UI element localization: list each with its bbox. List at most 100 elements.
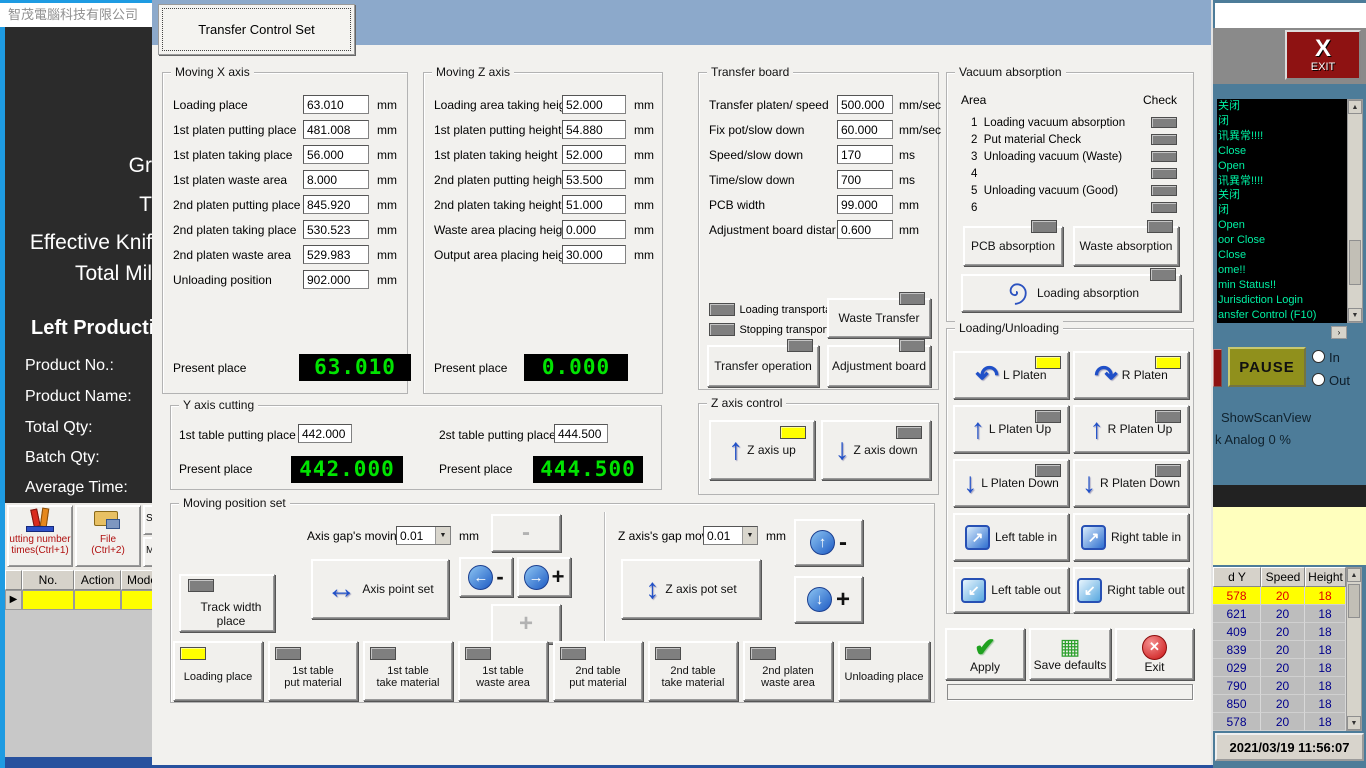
x-minus-disabled-button[interactable]: - <box>491 514 561 552</box>
platen2-waste-area-input[interactable] <box>303 245 369 264</box>
table-row[interactable]: 5782018 <box>1213 587 1346 605</box>
exit-button[interactable]: ✕ Exit <box>1115 628 1194 680</box>
show-scan-view-label[interactable]: ShowScanView <box>1221 410 1311 425</box>
scroll-down-icon[interactable]: ▼ <box>1347 716 1361 730</box>
table-row[interactable]: 5782018 <box>1213 713 1346 731</box>
table2-put-material-button[interactable]: 2nd tableput material <box>553 641 643 701</box>
platen2-putting-place-input[interactable] <box>303 195 369 214</box>
table1-take-material-button[interactable]: 1st tabletake material <box>363 641 453 701</box>
z-axis-up-button[interactable]: ↑ Z axis up <box>709 420 815 480</box>
z-axis-pot-set-button[interactable]: ↕ Z axis pot set <box>621 559 761 619</box>
left-table-in-button[interactable]: ↗ Left table in <box>953 513 1069 561</box>
time-slowdown-input[interactable] <box>837 170 893 189</box>
col-speed-header[interactable]: Speed <box>1261 567 1305 587</box>
platen1-putting-height-input[interactable] <box>562 120 626 139</box>
col-action-header[interactable]: Action <box>74 570 121 590</box>
table-row[interactable] <box>74 590 121 610</box>
platen1-putting-place-input[interactable] <box>303 120 369 139</box>
table-row[interactable]: 8502018 <box>1213 695 1346 713</box>
log-scroll-right-icon[interactable]: › <box>1331 326 1347 339</box>
tab-transfer-control-set[interactable]: Transfer Control Set <box>158 4 355 55</box>
table-row[interactable]: 7902018 <box>1213 677 1346 695</box>
waste-transfer-button[interactable]: Waste Transfer <box>827 298 931 338</box>
axis-point-set-button[interactable]: ↔ Axis point set <box>311 559 449 619</box>
l-platen-button[interactable]: ↶ L Platen <box>953 351 1069 399</box>
table-row[interactable]: 0292018 <box>1213 659 1346 677</box>
right-table-in-button[interactable]: ↗ Right table in <box>1073 513 1189 561</box>
scroll-up-icon[interactable]: ▲ <box>1347 568 1361 582</box>
scroll-up-icon[interactable]: ▲ <box>1348 100 1362 114</box>
table2-putting-input[interactable] <box>554 424 608 443</box>
pause-button[interactable]: PAUSE <box>1228 347 1306 387</box>
z-jog-minus-button[interactable]: ↑ - <box>794 519 863 566</box>
apply-button[interactable]: ✔ Apply <box>945 628 1025 680</box>
unloading-place-button[interactable]: Unloading place <box>838 641 930 701</box>
pcb-absorption-button[interactable]: PCB absorption <box>963 226 1063 266</box>
loading-taking-height-input[interactable] <box>562 95 626 114</box>
track-width-place-button[interactable]: Track width place <box>179 574 275 632</box>
platen2-putting-height-input[interactable] <box>562 170 626 189</box>
left-table-out-button[interactable]: ↙ Left table out <box>953 567 1069 613</box>
col-height-header[interactable]: Height <box>1305 567 1346 587</box>
app-exit-button[interactable]: X EXIT <box>1285 30 1361 80</box>
partial-toolbar-button-s[interactable]: S ( <box>143 505 152 535</box>
l-platen-up-button[interactable]: ↑ L Platen Up <box>953 405 1069 453</box>
x-plus-disabled-button[interactable]: + <box>491 604 561 644</box>
loading-place-button[interactable]: Loading place <box>173 641 263 701</box>
table-row[interactable] <box>22 590 74 610</box>
transfer-operation-button[interactable]: Transfer operation <box>707 345 819 387</box>
scrollbar-thumb[interactable] <box>1349 240 1361 285</box>
unloading-position-input[interactable] <box>303 270 369 289</box>
platen1-taking-height-input[interactable] <box>562 145 626 164</box>
radio-in[interactable] <box>1312 350 1325 363</box>
col-no-header[interactable]: No. <box>22 570 74 590</box>
output-placing-height-input[interactable] <box>562 245 626 264</box>
pcb-width-input[interactable] <box>837 195 893 214</box>
log-scrollbar[interactable]: ▲ ▼ <box>1347 99 1363 323</box>
chevron-down-icon[interactable]: ▼ <box>742 527 757 544</box>
scroll-down-icon[interactable]: ▼ <box>1348 308 1362 322</box>
table1-waste-area-button[interactable]: 1st tablewaste area <box>458 641 548 701</box>
table-row[interactable] <box>121 590 152 610</box>
waste-absorption-button[interactable]: Waste absorption <box>1073 226 1179 266</box>
waste-placing-height-input[interactable] <box>562 220 626 239</box>
radio-out[interactable] <box>1312 373 1325 386</box>
adjustment-distance-input[interactable] <box>837 220 893 239</box>
table-row[interactable]: 8392018 <box>1213 641 1346 659</box>
loading-place-input[interactable] <box>303 95 369 114</box>
z-gap-select[interactable]: 0.01 ▼ <box>703 526 758 545</box>
platen1-taking-place-input[interactable] <box>303 145 369 164</box>
platen1-waste-area-input[interactable] <box>303 170 369 189</box>
fix-pot-slowdown-input[interactable] <box>837 120 893 139</box>
partial-red-button[interactable] <box>1213 349 1222 387</box>
table-row[interactable]: 6212018 <box>1213 605 1346 623</box>
speed-slowdown-input[interactable] <box>837 145 893 164</box>
l-platen-down-button[interactable]: ↓ L Platen Down <box>953 459 1069 507</box>
r-platen-button[interactable]: ↷ R Platen <box>1073 351 1189 399</box>
table1-putting-input[interactable] <box>298 424 352 443</box>
right-table-out-button[interactable]: ↙ Right table out <box>1073 567 1189 613</box>
platen2-taking-height-input[interactable] <box>562 195 626 214</box>
table2-take-material-button[interactable]: 2nd tabletake material <box>648 641 738 701</box>
col-mode-header[interactable]: Mode <box>121 570 152 590</box>
chevron-down-icon[interactable]: ▼ <box>435 527 450 544</box>
partial-toolbar-button-m[interactable]: M <box>143 537 152 567</box>
z-axis-down-button[interactable]: ↓ Z axis down <box>821 420 931 480</box>
col-y-header[interactable]: d Y <box>1213 567 1261 587</box>
loading-absorption-button[interactable]: Loading absorption <box>961 274 1181 312</box>
axis-gap-select[interactable]: 0.01 ▼ <box>396 526 451 545</box>
platen2-taking-place-input[interactable] <box>303 220 369 239</box>
z-jog-plus-button[interactable]: ↓ + <box>794 576 863 623</box>
platen2-waste-area-button[interactable]: 2nd platenwaste area <box>743 641 833 701</box>
x-jog-plus-button[interactable]: → + <box>517 557 571 597</box>
cutting-number-button[interactable]: utting number times(Ctrl+1) <box>7 505 73 567</box>
scrollbar-thumb[interactable] <box>1348 584 1360 618</box>
adjustment-board-button[interactable]: Adjustment board <box>827 345 931 387</box>
transfer-speed-input[interactable] <box>837 95 893 114</box>
table-row[interactable]: 4092018 <box>1213 623 1346 641</box>
table1-put-material-button[interactable]: 1st tableput material <box>268 641 358 701</box>
r-platen-down-button[interactable]: ↓ R Platen Down <box>1073 459 1189 507</box>
r-platen-up-button[interactable]: ↑ R Platen Up <box>1073 405 1189 453</box>
file-button[interactable]: File (Ctrl+2) <box>75 505 141 567</box>
x-jog-minus-button[interactable]: ← - <box>459 557 513 597</box>
